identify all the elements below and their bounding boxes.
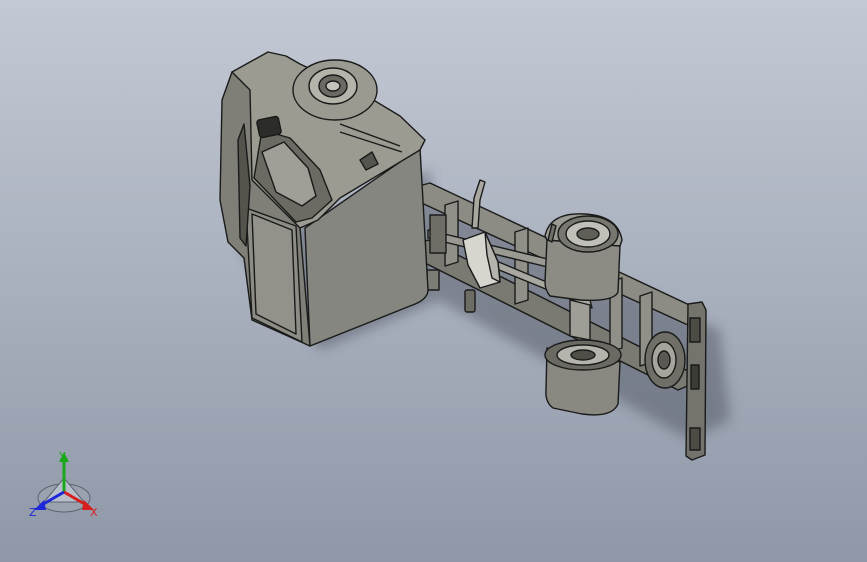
graphics-viewport[interactable]: Y X Z — [0, 0, 867, 562]
spare-wheel[interactable] — [644, 331, 686, 389]
rear-wheel-upper[interactable] — [544, 213, 623, 302]
x-axis-label: X — [90, 506, 98, 519]
rear-plate[interactable] — [685, 301, 707, 461]
mirror — [256, 115, 282, 139]
model-view[interactable]: Y X Z — [0, 0, 867, 562]
rear-wheel-lower[interactable] — [544, 339, 622, 416]
y-axis-label: Y — [58, 450, 66, 463]
axle-link — [569, 299, 591, 341]
roof-wheel — [292, 59, 378, 121]
z-axis-label: Z — [29, 506, 37, 519]
